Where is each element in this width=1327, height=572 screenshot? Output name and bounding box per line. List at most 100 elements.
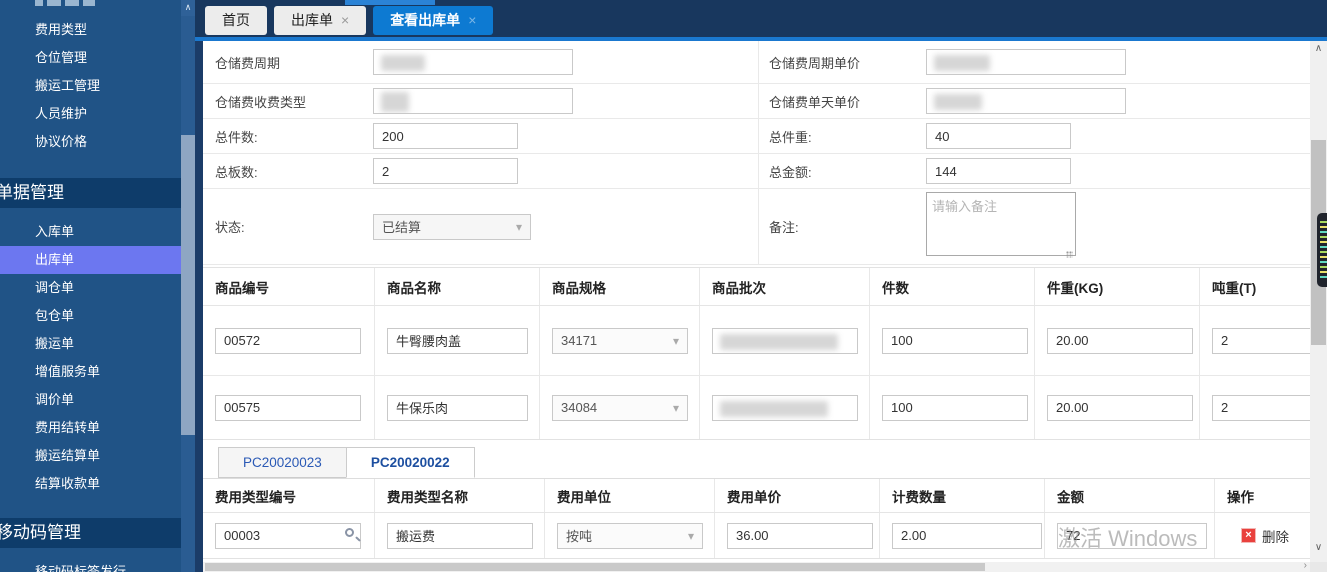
product-tons-input[interactable] bbox=[1212, 394, 1310, 421]
fee-tab-pc20020022[interactable]: PC20020022 bbox=[345, 447, 475, 478]
fee-qty-input[interactable] bbox=[892, 522, 1042, 549]
sidebar-scroll-up-icon[interactable]: ∧ bbox=[181, 0, 195, 16]
col-header: 费用单位 bbox=[545, 479, 715, 512]
col-header: 金额 bbox=[1045, 479, 1215, 512]
tab-home[interactable]: 首页 bbox=[205, 6, 267, 35]
product-qty-input[interactable] bbox=[882, 327, 1028, 354]
delete-button[interactable]: × 删除 bbox=[1241, 526, 1289, 546]
storage-cycle-input[interactable] bbox=[373, 49, 573, 75]
col-header: 费用类型编号 bbox=[203, 479, 375, 512]
product-batch-input[interactable] bbox=[712, 327, 858, 354]
sidebar-group-top: 费用类型 仓位管理 搬运工管理 人员维护 协议价格 bbox=[0, 16, 181, 156]
product-qty-input[interactable] bbox=[882, 394, 1028, 421]
fee-price-input[interactable] bbox=[727, 522, 873, 549]
storage-fee-type-input[interactable] bbox=[373, 88, 573, 114]
scroll-up-icon[interactable]: ∧ bbox=[1310, 41, 1327, 57]
sidebar-item-settle-receipt[interactable]: 结算收款单 bbox=[0, 470, 181, 498]
close-icon[interactable]: × bbox=[468, 12, 476, 28]
sidebar-scrollbar[interactable]: ∧ bbox=[181, 0, 195, 572]
sidebar-item-porter-mgmt[interactable]: 搬运工管理 bbox=[0, 72, 181, 100]
product-name-input[interactable] bbox=[387, 394, 528, 421]
product-code-input[interactable] bbox=[215, 327, 361, 354]
table-row: 34171 ▾ bbox=[203, 306, 1310, 376]
table-row: 按吨 ▾ × 删除 bbox=[203, 513, 1310, 559]
total-weight-input[interactable] bbox=[926, 123, 1071, 149]
sidebar-item-outbound[interactable]: 出库单 bbox=[0, 246, 181, 274]
delete-label: 删除 bbox=[1262, 529, 1289, 545]
col-header: 操作 bbox=[1227, 489, 1254, 505]
fee-unit-select[interactable]: 按吨 ▾ bbox=[557, 522, 703, 549]
form-row-1: 仓储费周期 仓储费周期单价 bbox=[203, 41, 1310, 84]
fee-tab-pc20020023[interactable]: PC20020023 bbox=[218, 447, 346, 478]
field-label: 备注: bbox=[769, 220, 799, 235]
sidebar-item-value-added[interactable]: 增值服务单 bbox=[0, 358, 181, 386]
fee-tab-strip: PC20020023 PC20020022 bbox=[203, 447, 475, 478]
col-header: 商品规格 bbox=[540, 268, 700, 305]
sidebar-item-handling[interactable]: 搬运单 bbox=[0, 330, 181, 358]
sidebar-item-mobile-label[interactable]: 移动码标签发行 bbox=[0, 558, 181, 572]
scrollbar-corner bbox=[1310, 562, 1327, 572]
storage-cycle-price-input[interactable] bbox=[926, 49, 1126, 75]
sidebar-item-handling-settle[interactable]: 搬运结算单 bbox=[0, 442, 181, 470]
remark-textarea[interactable] bbox=[926, 192, 1076, 256]
product-weight-input[interactable] bbox=[1047, 327, 1193, 354]
product-table: 商品编号 商品名称 商品规格 商品批次 件数 件重(KG) 吨重(T) 3417… bbox=[203, 267, 1310, 440]
col-header: 件重(KG) bbox=[1035, 268, 1200, 305]
tab-view-outbound[interactable]: 查看出库单 × bbox=[373, 6, 494, 35]
sidebar-item-agreement-price[interactable]: 协议价格 bbox=[0, 128, 181, 156]
form-row-5: 状态: 已结算 ▾ 备注: bbox=[203, 189, 1310, 265]
product-spec-select[interactable]: 34171 ▾ bbox=[552, 327, 688, 354]
redaction-blur bbox=[720, 333, 838, 350]
spec-value: 34084 bbox=[561, 400, 598, 415]
sidebar-item-transfer[interactable]: 调仓单 bbox=[0, 274, 181, 302]
edge-mini-widget[interactable] bbox=[1317, 213, 1327, 287]
redaction-blur bbox=[934, 94, 982, 110]
fee-code-input[interactable] bbox=[215, 522, 361, 549]
fee-amount-input[interactable] bbox=[1057, 522, 1207, 549]
redaction-blur bbox=[381, 92, 409, 112]
field-label: 总板数: bbox=[215, 164, 258, 180]
sidebar-item-personnel[interactable]: 人员维护 bbox=[0, 100, 181, 128]
fee-name-input[interactable] bbox=[387, 522, 533, 549]
col-header: 吨重(T) bbox=[1212, 280, 1257, 296]
col-header: 件数 bbox=[870, 268, 1035, 305]
content-horizontal-scrollbar[interactable]: › bbox=[203, 560, 1310, 572]
product-code-input[interactable] bbox=[215, 394, 361, 421]
fee-table: 费用类型编号 费用类型名称 费用单位 费用单价 计费数量 金额 操作 按吨 ▾ bbox=[203, 478, 1310, 559]
product-tons-input[interactable] bbox=[1212, 327, 1310, 354]
sidebar-item-whole-warehouse[interactable]: 包仓单 bbox=[0, 302, 181, 330]
scroll-right-icon[interactable]: › bbox=[1304, 560, 1307, 571]
field-label: 状态: bbox=[215, 220, 245, 235]
total-pieces-input[interactable] bbox=[373, 123, 518, 149]
sidebar-scroll-thumb[interactable] bbox=[181, 135, 195, 435]
product-name-input[interactable] bbox=[387, 327, 528, 354]
search-icon[interactable] bbox=[345, 527, 354, 537]
redaction-blur bbox=[381, 55, 425, 71]
sidebar-item-price-adjust[interactable]: 调价单 bbox=[0, 386, 181, 414]
content-vertical-scrollbar[interactable]: ∧ ∨ bbox=[1310, 41, 1327, 572]
sidebar-item-fee-type[interactable]: 费用类型 bbox=[0, 16, 181, 44]
chevron-down-icon: ▾ bbox=[687, 528, 694, 543]
product-spec-select[interactable]: 34084 ▾ bbox=[552, 394, 688, 421]
sidebar-item-fee-carryover[interactable]: 费用结转单 bbox=[0, 414, 181, 442]
col-header: 商品名称 bbox=[375, 268, 540, 305]
status-select[interactable]: 已结算 ▾ bbox=[373, 213, 531, 240]
close-icon[interactable]: × bbox=[341, 12, 349, 28]
product-batch-input[interactable] bbox=[712, 394, 858, 421]
sidebar-item-inbound[interactable]: 入库单 bbox=[0, 218, 181, 246]
form-row-4: 总板数: 总金额: bbox=[203, 154, 1310, 189]
sidebar-item-bin-mgmt[interactable]: 仓位管理 bbox=[0, 44, 181, 72]
sidebar-section-mobile-code[interactable]: 移动码管理 bbox=[0, 518, 195, 548]
total-boards-input[interactable] bbox=[373, 158, 518, 184]
tab-outbound[interactable]: 出库单 × bbox=[274, 6, 367, 35]
total-amount-input[interactable] bbox=[926, 158, 1071, 184]
sidebar-group-docs: 入库单 出库单 调仓单 包仓单 搬运单 增值服务单 调价单 费用结转单 搬运结算… bbox=[0, 218, 181, 498]
product-weight-input[interactable] bbox=[1047, 394, 1193, 421]
storage-day-price-input[interactable] bbox=[926, 88, 1126, 114]
horizontal-scroll-thumb[interactable] bbox=[205, 563, 985, 571]
sidebar-section-doc-mgmt[interactable]: 单据管理 bbox=[0, 178, 195, 208]
scroll-down-icon[interactable]: ∨ bbox=[1310, 540, 1327, 556]
col-header: 费用类型名称 bbox=[375, 479, 545, 512]
product-header-row: 商品编号 商品名称 商品规格 商品批次 件数 件重(KG) 吨重(T) bbox=[203, 268, 1310, 306]
unit-value: 按吨 bbox=[566, 529, 593, 544]
